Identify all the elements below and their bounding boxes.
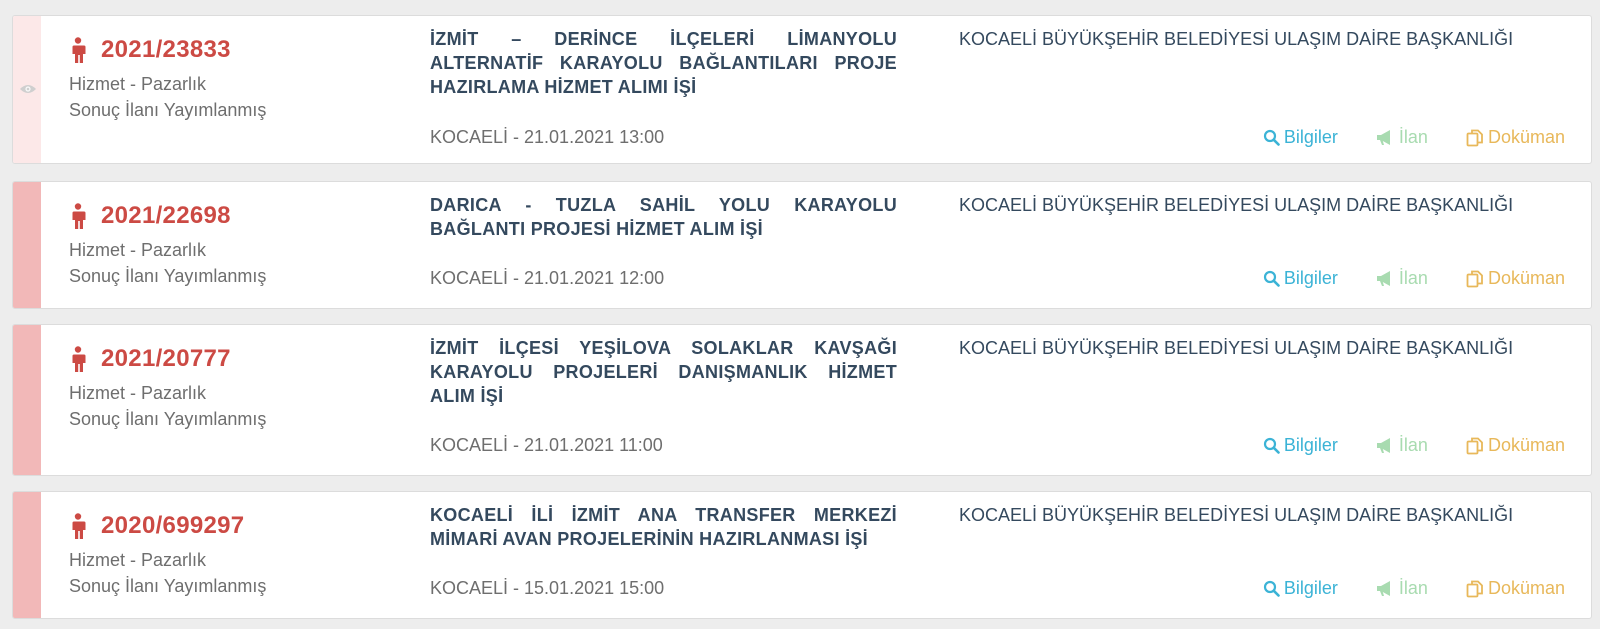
card-stripe <box>13 325 41 475</box>
tender-organization: KOCAELİ BÜYÜKŞEHİR BELEDİYESİ ULAŞIM DAİ… <box>959 195 1514 215</box>
ilan-button[interactable]: İlan <box>1376 578 1428 599</box>
tender-id[interactable]: 2021/23833 <box>101 36 231 64</box>
tender-type: Hizmet - Pazarlık <box>69 74 207 94</box>
tender-type: Hizmet - Pazarlık <box>69 383 207 403</box>
search-icon <box>1263 270 1280 287</box>
info-button-label: Bilgiler <box>1283 435 1338 455</box>
tender-id[interactable]: 2021/22698 <box>101 202 231 230</box>
ilan-button-label: İlan <box>1398 435 1428 455</box>
megaphone-icon <box>1376 581 1390 596</box>
tender-id[interactable]: 2021/20777 <box>101 345 231 373</box>
info-button[interactable]: Bilgiler <box>1263 578 1338 599</box>
tender-card[interactable]: 2021/20777 Hizmet - Pazarlık Sonuç İlanı… <box>12 324 1592 476</box>
document-button-label: Doküman <box>1487 578 1565 598</box>
tender-title: KOCAELİ İLİ İZMİT ANA TRANSFER MERKEZİ M… <box>430 505 897 549</box>
tender-type: Hizmet - Pazarlık <box>69 550 207 570</box>
tender-id-block: 2021/20777 Hizmet - Pazarlık Sonuç İlanı… <box>69 343 266 432</box>
ilan-button[interactable]: İlan <box>1376 268 1428 289</box>
tender-card[interactable]: 2020/699297 Hizmet - Pazarlık Sonuç İlan… <box>12 491 1592 619</box>
eye-icon <box>20 85 36 93</box>
info-button-label: Bilgiler <box>1283 127 1338 147</box>
tender-id-block: 2021/22698 Hizmet - Pazarlık Sonuç İlanı… <box>69 200 266 289</box>
copy-icon <box>1466 437 1483 454</box>
ilan-button-label: İlan <box>1398 127 1428 147</box>
tender-organization: KOCAELİ BÜYÜKŞEHİR BELEDİYESİ ULAŞIM DAİ… <box>959 338 1514 358</box>
tender-location-date: KOCAELİ - 15.01.2021 15:00 <box>430 578 665 598</box>
search-icon <box>1263 129 1280 146</box>
tender-location-date: KOCAELİ - 21.01.2021 13:00 <box>430 127 665 147</box>
document-button[interactable]: Doküman <box>1466 127 1565 148</box>
info-button[interactable]: Bilgiler <box>1263 268 1338 289</box>
document-button-label: Doküman <box>1487 435 1565 455</box>
tender-title: DARICA - TUZLA SAHİL YOLU KARAYOLU BAĞLA… <box>430 195 897 239</box>
tender-status: Sonuç İlanı Yayımlanmış <box>69 266 267 286</box>
tender-title: İZMİT – DERİNCE İLÇELERİ LİMANYOLU ALTER… <box>430 29 897 97</box>
info-button[interactable]: Bilgiler <box>1263 435 1338 456</box>
tender-card[interactable]: 2021/22698 Hizmet - Pazarlık Sonuç İlanı… <box>12 181 1592 309</box>
tender-type: Hizmet - Pazarlık <box>69 240 207 260</box>
document-button-label: Doküman <box>1487 127 1565 147</box>
tender-organization: KOCAELİ BÜYÜKŞEHİR BELEDİYESİ ULAŞIM DAİ… <box>959 505 1514 525</box>
info-button-label: Bilgiler <box>1283 578 1338 598</box>
tender-location-date: KOCAELİ - 21.01.2021 12:00 <box>430 268 665 288</box>
tender-id[interactable]: 2020/699297 <box>101 512 244 540</box>
copy-icon <box>1466 129 1483 146</box>
person-icon <box>72 37 86 63</box>
info-button-label: Bilgiler <box>1283 268 1338 288</box>
card-stripe <box>13 182 41 308</box>
card-stripe <box>13 492 41 618</box>
tender-id-block: 2020/699297 Hizmet - Pazarlık Sonuç İlan… <box>69 510 266 599</box>
megaphone-icon <box>1376 130 1390 145</box>
search-icon <box>1263 437 1280 454</box>
tender-actions: Bilgiler İlan Doküman <box>1263 578 1565 599</box>
document-button[interactable]: Doküman <box>1466 578 1565 599</box>
megaphone-icon <box>1376 438 1390 453</box>
tender-actions: Bilgiler İlan Doküman <box>1263 435 1565 456</box>
ilan-button-label: İlan <box>1398 578 1428 598</box>
tender-actions: Bilgiler İlan Doküman <box>1263 268 1565 289</box>
info-button[interactable]: Bilgiler <box>1263 127 1338 148</box>
person-icon <box>72 203 86 229</box>
document-button-label: Doküman <box>1487 268 1565 288</box>
megaphone-icon <box>1376 271 1390 286</box>
tender-status: Sonuç İlanı Yayımlanmış <box>69 409 267 429</box>
document-button[interactable]: Doküman <box>1466 268 1565 289</box>
search-icon <box>1263 580 1280 597</box>
ilan-button[interactable]: İlan <box>1376 127 1428 148</box>
tender-id-block: 2021/23833 Hizmet - Pazarlık Sonuç İlanı… <box>69 34 266 123</box>
tender-status: Sonuç İlanı Yayımlanmış <box>69 576 267 596</box>
copy-icon <box>1466 580 1483 597</box>
document-button[interactable]: Doküman <box>1466 435 1565 456</box>
tender-card[interactable]: 2021/23833 Hizmet - Pazarlık Sonuç İlanı… <box>12 15 1592 164</box>
tender-actions: Bilgiler İlan Doküman <box>1263 127 1565 148</box>
copy-icon <box>1466 270 1483 287</box>
tender-organization: KOCAELİ BÜYÜKŞEHİR BELEDİYESİ ULAŞIM DAİ… <box>959 29 1514 49</box>
ilan-button[interactable]: İlan <box>1376 435 1428 456</box>
tender-title: İZMİT İLÇESİ YEŞİLOVA SOLAKLAR KAVŞAĞI K… <box>430 338 897 406</box>
tender-status: Sonuç İlanı Yayımlanmış <box>69 100 267 120</box>
person-icon <box>72 346 86 372</box>
tender-location-date: KOCAELİ - 21.01.2021 11:00 <box>430 435 663 455</box>
ilan-button-label: İlan <box>1398 268 1428 288</box>
person-icon <box>72 513 86 539</box>
